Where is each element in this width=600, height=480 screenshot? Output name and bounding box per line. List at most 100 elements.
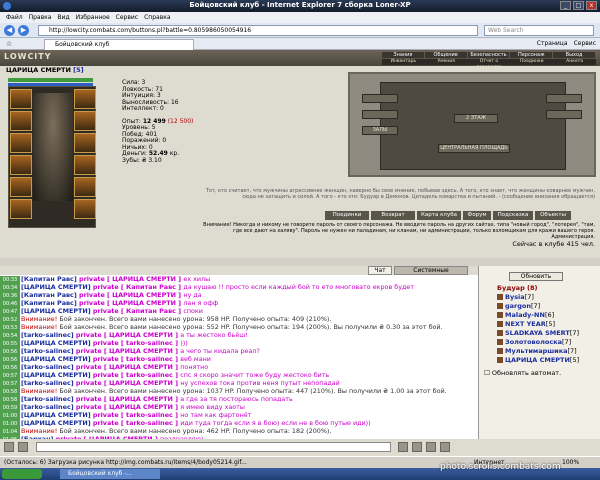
subnav-transfers[interactable]: Отчет о переводах	[468, 59, 511, 70]
door-right-mid[interactable]	[546, 110, 582, 119]
back-icon[interactable]: ◀	[4, 25, 15, 36]
sender-name[interactable]: [tarko-salinec]	[21, 395, 74, 403]
earrings-slot[interactable]	[10, 111, 32, 131]
zoom-level[interactable]: 100%	[562, 457, 579, 468]
auto-refresh-option[interactable]: ☐ Обновлять автомат.	[484, 369, 561, 377]
sender-name[interactable]: [Капитан Равс]	[21, 291, 77, 299]
pants-slot[interactable]	[74, 177, 96, 197]
player-item[interactable]: gargon[7]	[497, 302, 540, 311]
smiles-icon[interactable]	[4, 442, 14, 452]
sender-name[interactable]: [ЦАРИЦА СМЕРТИ]	[21, 371, 91, 379]
sender-name[interactable]: [tarko-salinec]	[21, 347, 74, 355]
sender-name[interactable]: [ЦАРИЦА СМЕРТИ]	[21, 307, 91, 315]
browser-tab[interactable]: Бойцовский клуб	[44, 39, 194, 50]
close-button[interactable]: x	[586, 1, 597, 10]
character-name[interactable]: ЦАРИЦА СМЕРТИ [5]	[6, 66, 98, 76]
system-text: Бой закончен. Всего вами нанесено урона:…	[59, 323, 443, 331]
chat-input[interactable]	[36, 442, 391, 452]
sender-name[interactable]: [tarko-salinec]	[21, 331, 74, 339]
nav-security[interactable]: Безопасность	[467, 52, 510, 58]
start-button[interactable]	[2, 469, 42, 479]
maximize-button[interactable]: □	[573, 1, 584, 10]
nav-character[interactable]: Персонаж	[510, 52, 553, 58]
belt-slot[interactable]	[10, 199, 32, 219]
player-item[interactable]: Malady-NN[6]	[497, 311, 554, 320]
return-button[interactable]: Возврат	[371, 211, 415, 220]
sender-name[interactable]: [ЦАРИЦА СМЕРТИ]	[21, 283, 91, 291]
filter-icon[interactable]	[426, 442, 436, 452]
forum-button[interactable]: Форум	[463, 211, 491, 220]
city-label-floor2[interactable]: 2 ЭТАЖ	[454, 114, 498, 123]
bracer-slot[interactable]	[74, 155, 96, 175]
nav-communication[interactable]: Общение	[424, 52, 467, 58]
fights-button[interactable]: Поединки	[325, 211, 369, 220]
sound-icon[interactable]	[440, 442, 450, 452]
taskbar-task[interactable]: Бойцовский клуб -...	[60, 469, 160, 479]
subnav-fights[interactable]: Поединки	[510, 59, 553, 65]
menu-file[interactable]: Файл	[6, 14, 23, 21]
city-label-halls[interactable]: ЗАЛЫ	[362, 126, 398, 135]
clear-icon[interactable]	[412, 442, 422, 452]
player-name: NEXT YEAR	[505, 320, 546, 328]
weapon-slot[interactable]	[10, 155, 32, 175]
city-label-square[interactable]: ЦЕНТРАЛЬНАЯ ПЛОЩАДЬ	[438, 144, 510, 153]
city-map[interactable]: 2 ЭТАЖ ЗАЛЫ ЦЕНТРАЛЬНАЯ ПЛОЩАДЬ	[348, 72, 596, 177]
necklace-slot[interactable]	[10, 133, 32, 153]
subnav-profile[interactable]: Анкета	[553, 59, 596, 65]
player-item[interactable]: Bysia[7]	[497, 293, 534, 302]
armor-slot[interactable]	[10, 177, 32, 197]
sender-name[interactable]: [tarko-salinec]	[21, 379, 74, 387]
menu-tools[interactable]: Сервис	[116, 14, 138, 21]
player-name: Bysia	[505, 293, 525, 301]
tools-menu[interactable]: Сервис	[574, 40, 596, 47]
menu-view[interactable]: Вид	[57, 14, 69, 21]
club-map-button[interactable]: Карта клуба	[417, 211, 461, 220]
door-left-mid[interactable]	[362, 110, 398, 119]
chat-message: 00:58 Внимание! Бой закончен. Всего вами …	[0, 387, 478, 396]
chat-log[interactable]: 00:33 [Капитан Равс] private [ ЦАРИЦА СМЕ…	[0, 275, 478, 439]
shield-slot[interactable]	[74, 133, 96, 153]
refresh-button[interactable]: Обновить	[509, 272, 563, 281]
search-input[interactable]: Web Search	[484, 25, 594, 36]
sender-name[interactable]: [ЦАРИЦА СМЕРТИ]	[21, 355, 91, 363]
sender-name[interactable]: [ЦАРИЦА СМЕРТИ]	[21, 419, 91, 427]
player-item[interactable]: SLADKAYA SMERT[7]	[497, 329, 579, 338]
subnav-inventory[interactable]: Инвентарь	[382, 59, 425, 65]
gloves-slot[interactable]	[74, 89, 96, 109]
message-text: иди туда тогда если я в бою) если не в б…	[180, 419, 371, 427]
subnav-skills[interactable]: Умения	[425, 59, 468, 65]
nav-exit[interactable]: Выход	[553, 52, 595, 58]
sender-name[interactable]: [Капитан Равс]	[21, 299, 77, 307]
sender-name[interactable]: [tarko-salinec]	[21, 363, 74, 371]
player-item[interactable]: Золотоволоска[7]	[497, 338, 571, 347]
player-item[interactable]: NEXT YEAR[5]	[497, 320, 555, 329]
minimize-button[interactable]: _	[560, 1, 571, 10]
menu-help[interactable]: Справка	[144, 14, 170, 21]
sender-name[interactable]: [tarko-salinec]	[21, 403, 74, 411]
boots-slot[interactable]	[74, 199, 96, 219]
favorites-star-icon[interactable]: ☆	[6, 40, 12, 48]
helmet-slot[interactable]	[10, 89, 32, 109]
tab-system-messages[interactable]: Системные сообщения	[394, 266, 468, 282]
sender-name[interactable]: [Капитан Равс]	[21, 275, 77, 283]
nav-knowledge[interactable]: Знания	[382, 52, 424, 58]
page-menu[interactable]: Страница	[537, 40, 568, 47]
sender-name[interactable]: [ЦАРИЦА СМЕРТИ]	[21, 411, 91, 419]
sender-name[interactable]: [ЦАРИЦА СМЕРТИ]	[21, 339, 91, 347]
forward-icon[interactable]: ▶	[18, 25, 29, 36]
objects-button[interactable]: Объекты	[535, 211, 571, 220]
door-left-upper[interactable]	[362, 94, 398, 103]
tab-chat[interactable]: Чат	[368, 266, 392, 275]
ring-slot[interactable]	[74, 111, 96, 131]
door-right-upper[interactable]	[546, 94, 582, 103]
warning-label: Внимание!	[21, 315, 60, 323]
menu-edit[interactable]: Правка	[29, 14, 52, 21]
translit-icon[interactable]	[18, 442, 28, 452]
url-field[interactable]: http://lowcity.combats.com/buttons.pl?ba…	[38, 25, 478, 36]
send-icon[interactable]	[398, 442, 408, 452]
menu-favorites[interactable]: Избранное	[76, 14, 110, 21]
player-item[interactable]: ЦАРИЦА СМЕРТИ[5]	[497, 356, 579, 365]
hint-button[interactable]: Подсказка	[493, 211, 533, 220]
private-target: private [ ЦАРИЦА СМЕРТИ ]	[73, 363, 181, 371]
player-item[interactable]: Мультимаршика[7]	[497, 347, 577, 356]
